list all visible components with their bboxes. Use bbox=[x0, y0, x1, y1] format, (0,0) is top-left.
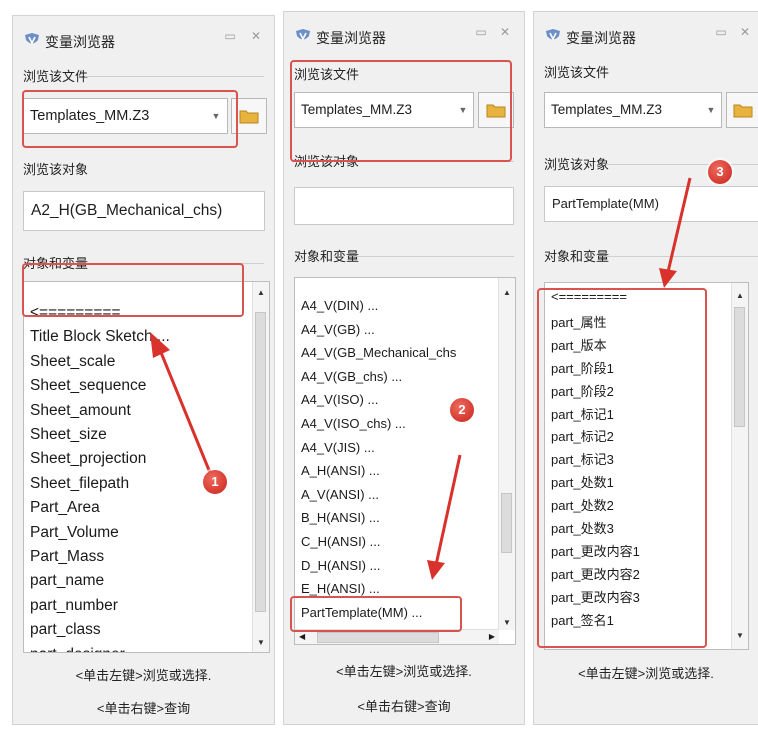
close-icon[interactable]: ✕ bbox=[498, 26, 512, 38]
list-item[interactable]: E_H(ANSI) ... bbox=[301, 581, 380, 596]
list-item[interactable]: Sheet_filepath bbox=[30, 475, 129, 493]
list-item[interactable]: part_designer bbox=[30, 646, 125, 652]
vars-section-label: 对象和变量 bbox=[294, 249, 360, 264]
list-item[interactable]: part_name bbox=[30, 572, 104, 590]
vertical-scrollbar[interactable]: ▲ ▼ bbox=[731, 283, 748, 649]
object-field[interactable] bbox=[294, 187, 514, 225]
scroll-up-icon[interactable]: ▲ bbox=[253, 286, 269, 300]
minimize-icon[interactable]: ▭ bbox=[714, 26, 728, 38]
panel-title: 变量浏览器 bbox=[316, 30, 386, 46]
folder-icon bbox=[239, 110, 259, 124]
file-combobox-value: Templates_MM.Z3 bbox=[551, 102, 663, 117]
open-file-button[interactable] bbox=[726, 92, 758, 128]
list-item[interactable]: A4_V(DIN) ... bbox=[301, 298, 378, 313]
file-combobox[interactable]: Templates_MM.Z3 ▼ bbox=[544, 92, 722, 128]
highlight-box-parttemplate bbox=[290, 596, 462, 632]
list-item[interactable]: Sheet_amount bbox=[30, 402, 131, 420]
scroll-left-icon[interactable]: ◀ bbox=[299, 630, 305, 644]
divider bbox=[606, 164, 758, 165]
list-item[interactable]: Part_Area bbox=[30, 499, 100, 517]
object-field[interactable]: PartTemplate(MM) bbox=[544, 186, 758, 222]
vertical-scrollbar[interactable]: ▲ ▼ bbox=[252, 282, 269, 652]
list-item[interactable]: Sheet_size bbox=[30, 426, 107, 444]
divider bbox=[606, 256, 758, 257]
close-icon[interactable]: ✕ bbox=[249, 30, 263, 42]
vars-section-label: 对象和变量 bbox=[544, 249, 610, 264]
object-section-label: 浏览该对象 bbox=[23, 162, 89, 177]
highlight-box-list-3 bbox=[537, 288, 707, 648]
scroll-up-icon[interactable]: ▲ bbox=[732, 289, 748, 303]
list-item[interactable]: A_H(ANSI) ... bbox=[301, 463, 380, 478]
left-click-hint: <单击左键>浏览或选择. bbox=[75, 668, 212, 683]
scrollbar-thumb[interactable] bbox=[734, 307, 745, 427]
divider bbox=[85, 76, 264, 77]
list-item[interactable]: Part_Mass bbox=[30, 548, 104, 566]
highlight-box-file-2 bbox=[290, 60, 512, 162]
vertical-scrollbar[interactable]: ▲ ▼ bbox=[498, 278, 515, 630]
list-item[interactable]: B_H(ANSI) ... bbox=[301, 510, 380, 525]
scroll-up-icon[interactable]: ▲ bbox=[499, 286, 515, 300]
panel-titlebar: 变量浏览器 ▭ ✕ bbox=[534, 12, 758, 52]
folder-icon bbox=[733, 104, 752, 118]
file-section-label: 浏览该文件 bbox=[544, 65, 610, 80]
file-section-label: 浏览该文件 bbox=[23, 69, 89, 84]
scroll-down-icon[interactable]: ▼ bbox=[499, 616, 515, 630]
panel-title: 变量浏览器 bbox=[566, 30, 636, 46]
list-item[interactable]: A4_V(GB_chs) ... bbox=[301, 369, 402, 384]
panel-titlebar: 变量浏览器 ▭ ✕ bbox=[13, 16, 274, 56]
list-item[interactable]: A4_V(ISO_chs) ... bbox=[301, 416, 406, 431]
scrollbar-thumb[interactable] bbox=[317, 632, 439, 643]
list-item[interactable]: C_H(ANSI) ... bbox=[301, 534, 380, 549]
chevron-down-icon[interactable]: ▼ bbox=[704, 93, 718, 127]
panel-titlebar: 变量浏览器 ▭ ✕ bbox=[284, 12, 524, 52]
list-item[interactable]: D_H(ANSI) ... bbox=[301, 558, 380, 573]
panel-title: 变量浏览器 bbox=[45, 34, 115, 50]
close-icon[interactable]: ✕ bbox=[738, 26, 752, 38]
list-item[interactable]: A4_V(GB_Mechanical_chs bbox=[301, 345, 456, 360]
list-item[interactable]: A_V(ANSI) ... bbox=[301, 487, 379, 502]
highlight-box-file-1 bbox=[22, 90, 238, 148]
step-badge-1: 1 bbox=[203, 470, 227, 494]
list-item[interactable]: A4_V(ISO) ... bbox=[301, 392, 378, 407]
list-item[interactable]: A4_V(GB) ... bbox=[301, 322, 375, 337]
list-item[interactable]: part_number bbox=[30, 597, 118, 615]
variable-browser-icon bbox=[546, 29, 560, 41]
list-item[interactable]: Sheet_scale bbox=[30, 353, 115, 371]
list-item[interactable]: Part_Volume bbox=[30, 524, 119, 542]
scroll-down-icon[interactable]: ▼ bbox=[253, 636, 269, 650]
variable-list[interactable]: A4_V(DIN) ... A4_V(GB) ... A4_V(GB_Mechani… bbox=[294, 277, 516, 645]
right-click-hint: <单击右键>查询 bbox=[357, 699, 451, 714]
minimize-icon[interactable]: ▭ bbox=[474, 26, 488, 38]
step-badge-2: 2 bbox=[450, 398, 474, 422]
list-item[interactable]: Sheet_projection bbox=[30, 450, 146, 468]
object-field[interactable]: A2_H(GB_Mechanical_chs) bbox=[23, 191, 265, 231]
variable-list[interactable]: <========= Title Block Sketch ... Sheet_sc… bbox=[23, 281, 270, 653]
list-item[interactable]: A4_V(JIS) ... bbox=[301, 440, 375, 455]
left-click-hint: <单击左键>浏览或选择. bbox=[578, 666, 714, 681]
list-item[interactable]: Sheet_sequence bbox=[30, 377, 146, 395]
scroll-right-icon[interactable]: ▶ bbox=[489, 630, 495, 644]
object-section-label: 浏览该对象 bbox=[544, 157, 610, 172]
minimize-icon[interactable]: ▭ bbox=[223, 30, 237, 42]
divider bbox=[356, 256, 514, 257]
list-item[interactable]: part_class bbox=[30, 621, 101, 639]
highlight-box-list-top-1 bbox=[22, 263, 244, 317]
scroll-down-icon[interactable]: ▼ bbox=[732, 629, 748, 643]
variable-browser-icon bbox=[25, 33, 39, 45]
scrollbar-thumb[interactable] bbox=[501, 493, 512, 553]
step-badge-3: 3 bbox=[708, 160, 732, 184]
variable-browser-icon bbox=[296, 29, 310, 41]
list-item[interactable]: Title Block Sketch ... bbox=[30, 328, 170, 346]
scrollbar-thumb[interactable] bbox=[255, 312, 266, 612]
left-click-hint: <单击左键>浏览或选择. bbox=[336, 664, 472, 679]
right-click-hint: <单击右键>查询 bbox=[96, 701, 191, 716]
